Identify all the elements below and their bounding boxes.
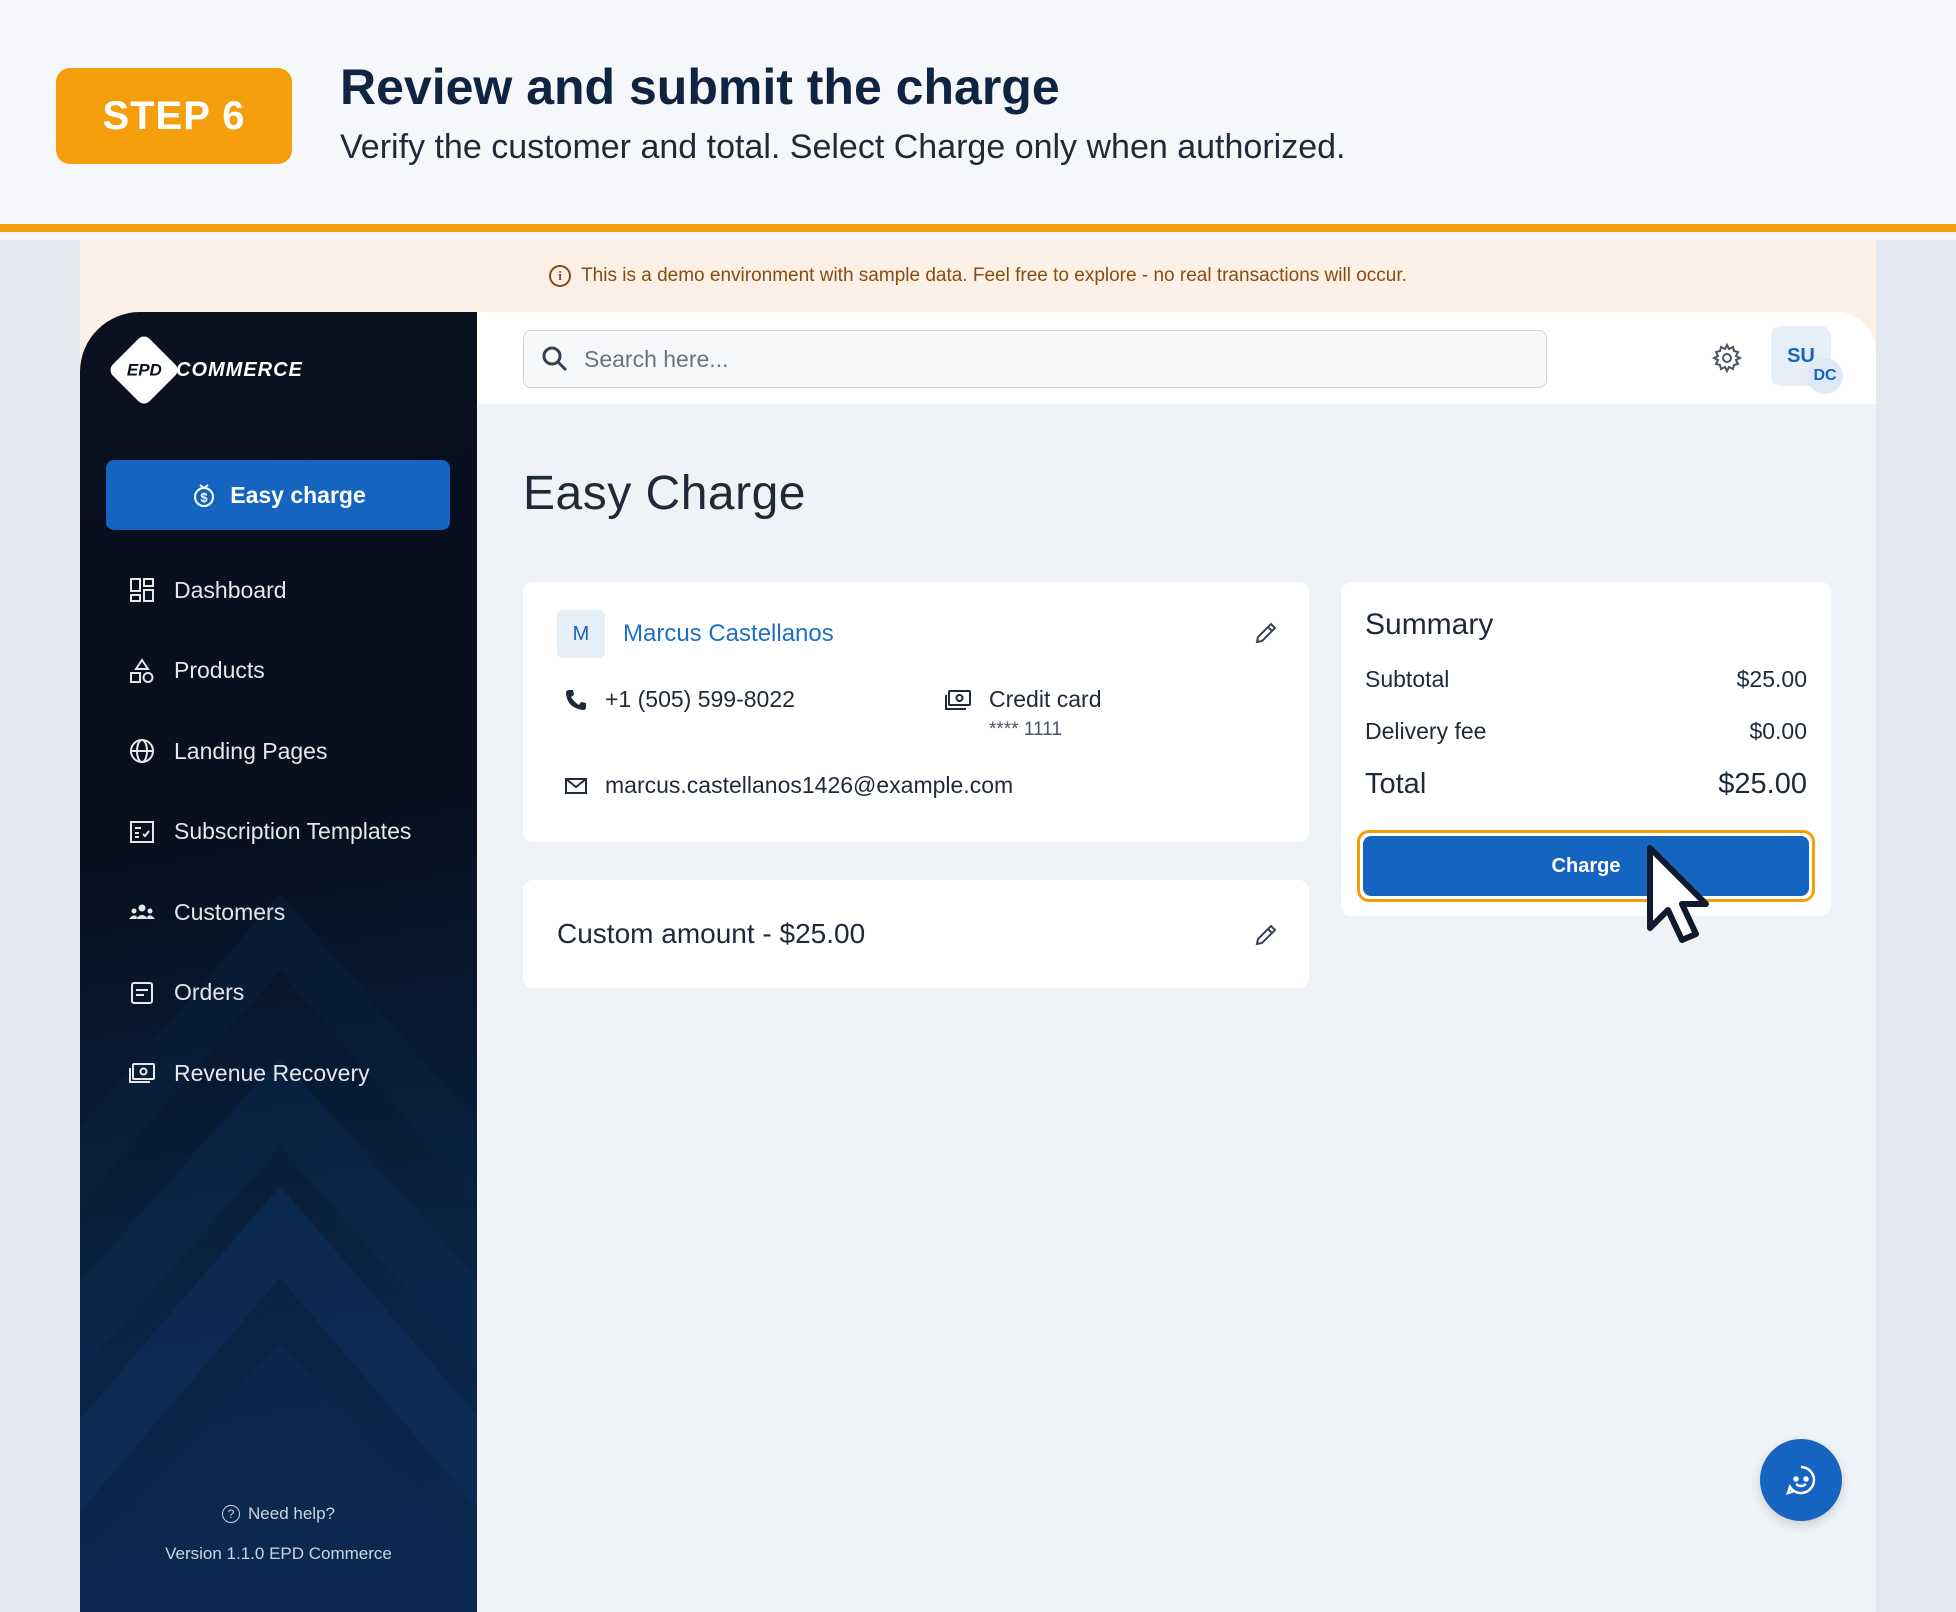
info-icon: i [549,265,572,287]
globe-icon [126,735,158,767]
payment-details: Credit card **** 1111 [989,686,1101,741]
sidebar-item-dashboard[interactable]: Dashboard [126,550,411,631]
step-title: Review and submit the charge [340,59,1060,115]
main-content: Easy Charge M Marcus Castellanos +1 (505… [477,404,1876,1612]
phone-text: +1 (505) 599-8022 [605,686,795,712]
mail-icon [565,777,587,794]
chat-icon [1786,1465,1816,1495]
sidebar: EPD COMMERCE $ Easy charge Dashboard Pro… [80,312,477,1612]
customer-name[interactable]: Marcus Castellanos [623,620,834,648]
sidebar-item-label: Revenue Recovery [174,1059,370,1086]
delivery-value: $0.00 [1749,718,1807,744]
svg-text:$: $ [201,490,209,505]
charge-highlight: Charge [1357,830,1815,902]
search-input[interactable] [584,345,1484,373]
sidebar-item-label: Dashboard [174,576,287,603]
subtotal-label: Subtotal [1365,666,1450,692]
amount-card: Custom amount - $25.00 [523,880,1309,988]
logo[interactable]: EPD COMMERCE [107,333,303,407]
card-payment-icon [945,690,971,710]
demo-banner-text: This is a demo environment with sample d… [581,265,1407,286]
app-window: i This is a demo environment with sample… [80,240,1876,1612]
sidebar-item-revenue-recovery[interactable]: Revenue Recovery [126,1033,411,1114]
shapes-icon [126,655,158,687]
custom-amount: Custom amount - $25.00 [557,918,866,949]
total-row: Total $25.00 [1365,768,1807,801]
checklist-icon [126,816,158,848]
summary-title: Summary [1365,608,1494,641]
document-icon [126,977,158,1009]
subtotal-value: $25.00 [1736,666,1807,692]
easy-charge-button[interactable]: $ Easy charge [106,460,450,530]
screenshot-frame: i This is a demo environment with sample… [0,240,1956,1612]
subtotal-row: Subtotal $25.00 [1365,666,1807,693]
help-link[interactable]: ? Need help? [80,1504,477,1524]
delivery-label: Delivery fee [1365,718,1487,744]
edit-amount-icon[interactable] [1251,920,1281,950]
chat-button[interactable] [1760,1439,1842,1521]
sidebar-item-label: Products [174,657,265,684]
sidebar-item-label: Landing Pages [174,737,328,764]
delivery-row: Delivery fee $0.00 [1365,718,1807,745]
sidebar-item-products[interactable]: Products [126,631,411,712]
sidebar-item-landing-pages[interactable]: Landing Pages [126,711,411,792]
customer-email: marcus.castellanos1426@example.com [563,772,1013,799]
help-label: Need help? [248,1504,335,1523]
edit-customer-icon[interactable] [1251,618,1281,648]
step-subtitle: Verify the customer and total. Select Ch… [340,128,1346,166]
version-text: Version 1.1.0 EPD Commerce [165,1544,392,1563]
payment-method: Credit card **** 1111 [943,686,1101,741]
gear-icon[interactable] [1707,338,1747,378]
page-title: Easy Charge [523,467,806,520]
customer-card: M Marcus Castellanos +1 (505) 599-8022 C… [523,582,1309,842]
logo-mark: EPD [107,333,181,407]
sidebar-item-subscription-templates[interactable]: Subscription Templates [126,792,411,873]
email-text: marcus.castellanos1426@example.com [605,772,1014,798]
question-icon: ? [222,1505,241,1523]
customer-avatar: M [557,610,605,658]
search-box[interactable] [523,330,1547,388]
sidebar-item-customers[interactable]: Customers [126,872,411,953]
summary-card: Summary Subtotal $25.00 Delivery fee $0.… [1341,582,1831,916]
payment-method-label: Credit card [989,686,1102,712]
demo-banner: i This is a demo environment with sample… [80,240,1876,312]
sidebar-nav: Dashboard Products Landing Pages Subscri… [126,550,411,1114]
phone-icon [566,689,586,710]
money-bag-icon: $ [194,484,215,507]
sidebar-footer: ? Need help? Version 1.1.0 EPD Commerce [80,1504,477,1564]
people-icon [126,896,158,928]
customer-phone: +1 (505) 599-8022 [563,686,795,713]
charge-button[interactable]: Charge [1363,836,1809,896]
search-icon [542,346,568,372]
dashboard-icon [126,574,158,606]
logo-text: COMMERCE [176,358,303,381]
avatar-badge: DC [1807,358,1843,394]
sidebar-item-label: Subscription Templates [174,818,412,845]
total-label: Total [1365,768,1427,800]
money-icon [126,1057,158,1089]
mouse-cursor-icon [1647,845,1709,943]
step-header: STEP 6 Review and submit the charge Veri… [0,0,1956,232]
sidebar-item-label: Customers [174,898,286,925]
total-value: $25.00 [1718,768,1807,800]
easy-charge-label: Easy charge [230,481,366,508]
step-badge: STEP 6 [56,68,292,164]
sidebar-item-label: Orders [174,979,245,1006]
topbar: SU DC [477,312,1876,404]
sidebar-item-orders[interactable]: Orders [126,953,411,1034]
card-mask: **** 1111 [989,719,1062,740]
